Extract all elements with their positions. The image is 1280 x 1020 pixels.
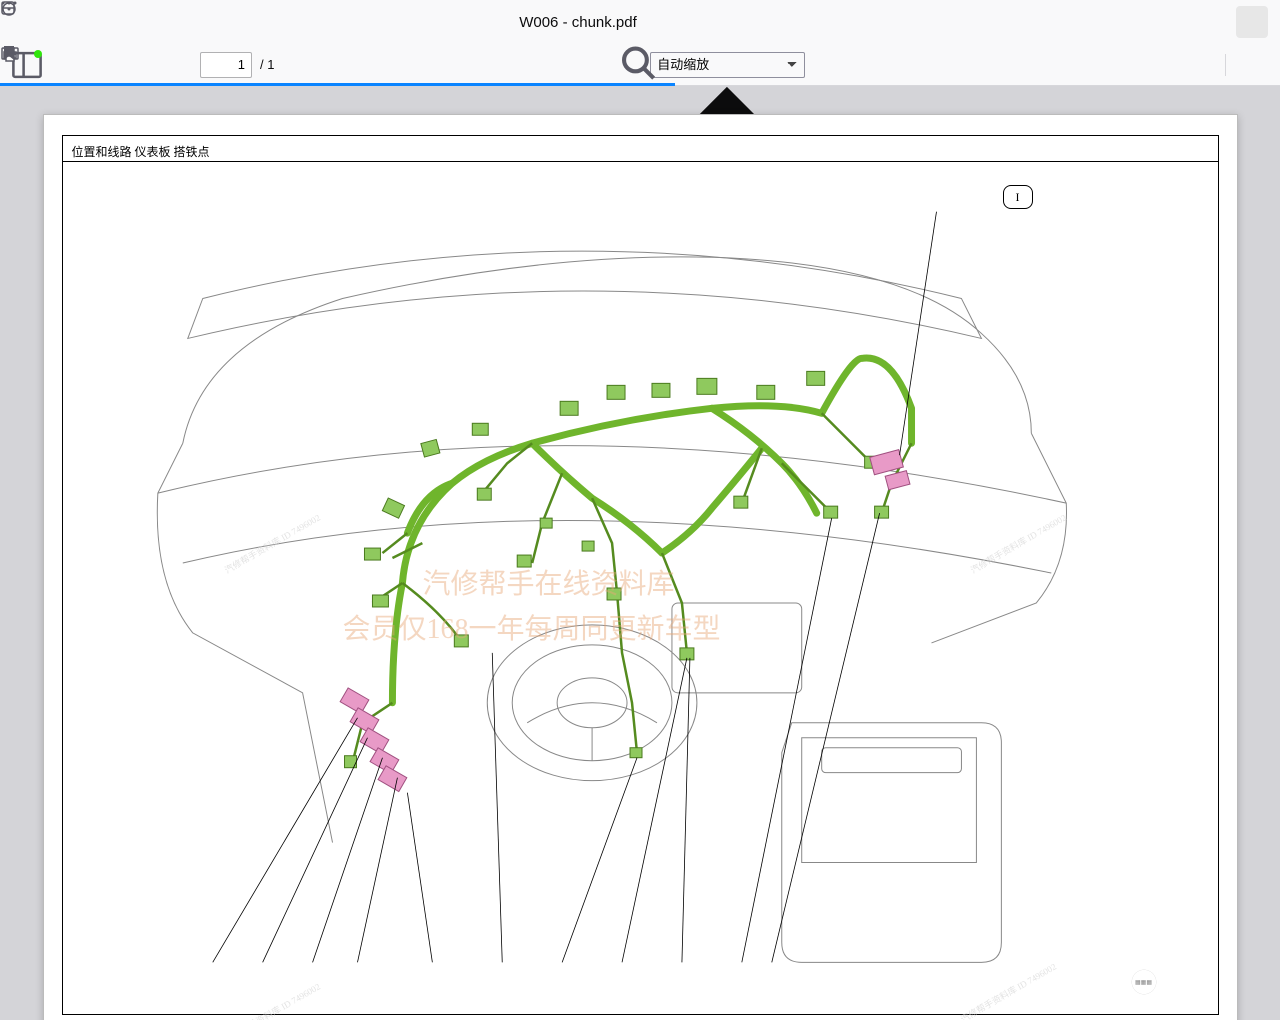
qr-code-icon: ▦▦▦ (1120, 958, 1168, 1006)
wiring-diagram: I 汽修帮手在线资料库 会员仅168一年每周同更新车型 汽修帮手资料库 ID 7… (63, 162, 1218, 1014)
pdf-toolbar: / 1 自动缩放 (0, 44, 1280, 86)
tools-icon[interactable] (1236, 48, 1270, 82)
pdf-page: 位置和线路 仪表板 搭铁点 (43, 114, 1238, 1020)
callout-label-I: I (1003, 185, 1033, 209)
target-icon[interactable] (1236, 6, 1268, 38)
loading-bar (0, 83, 675, 86)
dashboard-diagram-svg (63, 162, 1218, 1014)
pdf-viewer[interactable]: 位置和线路 仪表板 搭铁点 (0, 86, 1280, 1020)
diagram-title: 位置和线路 仪表板 搭铁点 (72, 143, 210, 160)
title-bar: W006 - chunk.pdf (0, 0, 1280, 44)
